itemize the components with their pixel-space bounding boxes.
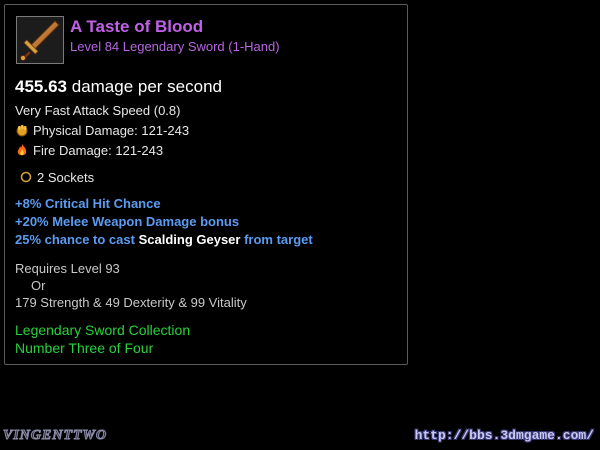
proc-skill-name: Scalding Geyser: [138, 232, 241, 247]
item-tooltip: A Taste of Blood Level 84 Legendary Swor…: [4, 4, 408, 365]
fire-icon: [15, 143, 33, 160]
dps-value: 455.63: [15, 77, 67, 96]
attack-speed: Very Fast Attack Speed (0.8): [15, 103, 181, 118]
proc-prefix: 25% chance to cast: [15, 232, 135, 247]
item-name: A Taste of Blood: [70, 17, 204, 36]
dps-label: damage per second: [71, 77, 223, 96]
physical-damage-line: Physical Damage: 121-243: [15, 123, 189, 140]
sockets-text: 2 Sockets: [37, 170, 95, 185]
site-watermark: http://bbs.3dmgame.com/: [414, 428, 594, 443]
proc-suffix: from target: [244, 232, 313, 247]
affix-crit-chance: +8% Critical Hit Chance: [15, 196, 161, 211]
dps-line: 455.63 damage per second: [15, 77, 222, 97]
item-type-line: Level 84 Legendary Sword (1-Hand): [70, 39, 280, 54]
fire-damage-text: Fire Damage: 121-243: [33, 143, 164, 158]
physical-damage-text: Physical Damage: 121-243: [33, 123, 190, 138]
screen: A Taste of Blood Level 84 Legendary Swor…: [0, 0, 600, 450]
set-collection: Legendary Sword Collection: [15, 322, 191, 338]
sword-icon: [16, 16, 64, 64]
required-level: Requires Level 93: [15, 261, 120, 276]
affix-melee-damage: +20% Melee Weapon Damage bonus: [15, 214, 240, 229]
required-attributes: 179 Strength & 49 Dexterity & 99 Vitalit…: [15, 295, 247, 310]
fire-damage-line: Fire Damage: 121-243: [15, 143, 163, 160]
sockets-line: 2 Sockets: [19, 170, 94, 187]
author-watermark: VINGENTTWO: [2, 428, 108, 444]
set-part: Number Three of Four: [15, 340, 154, 356]
physical-damage-icon: [15, 123, 33, 140]
requirement-or: Or: [31, 278, 46, 293]
affix-proc: 25% chance to cast Scalding Geyser from …: [15, 232, 313, 247]
socket-icon: [19, 170, 37, 187]
